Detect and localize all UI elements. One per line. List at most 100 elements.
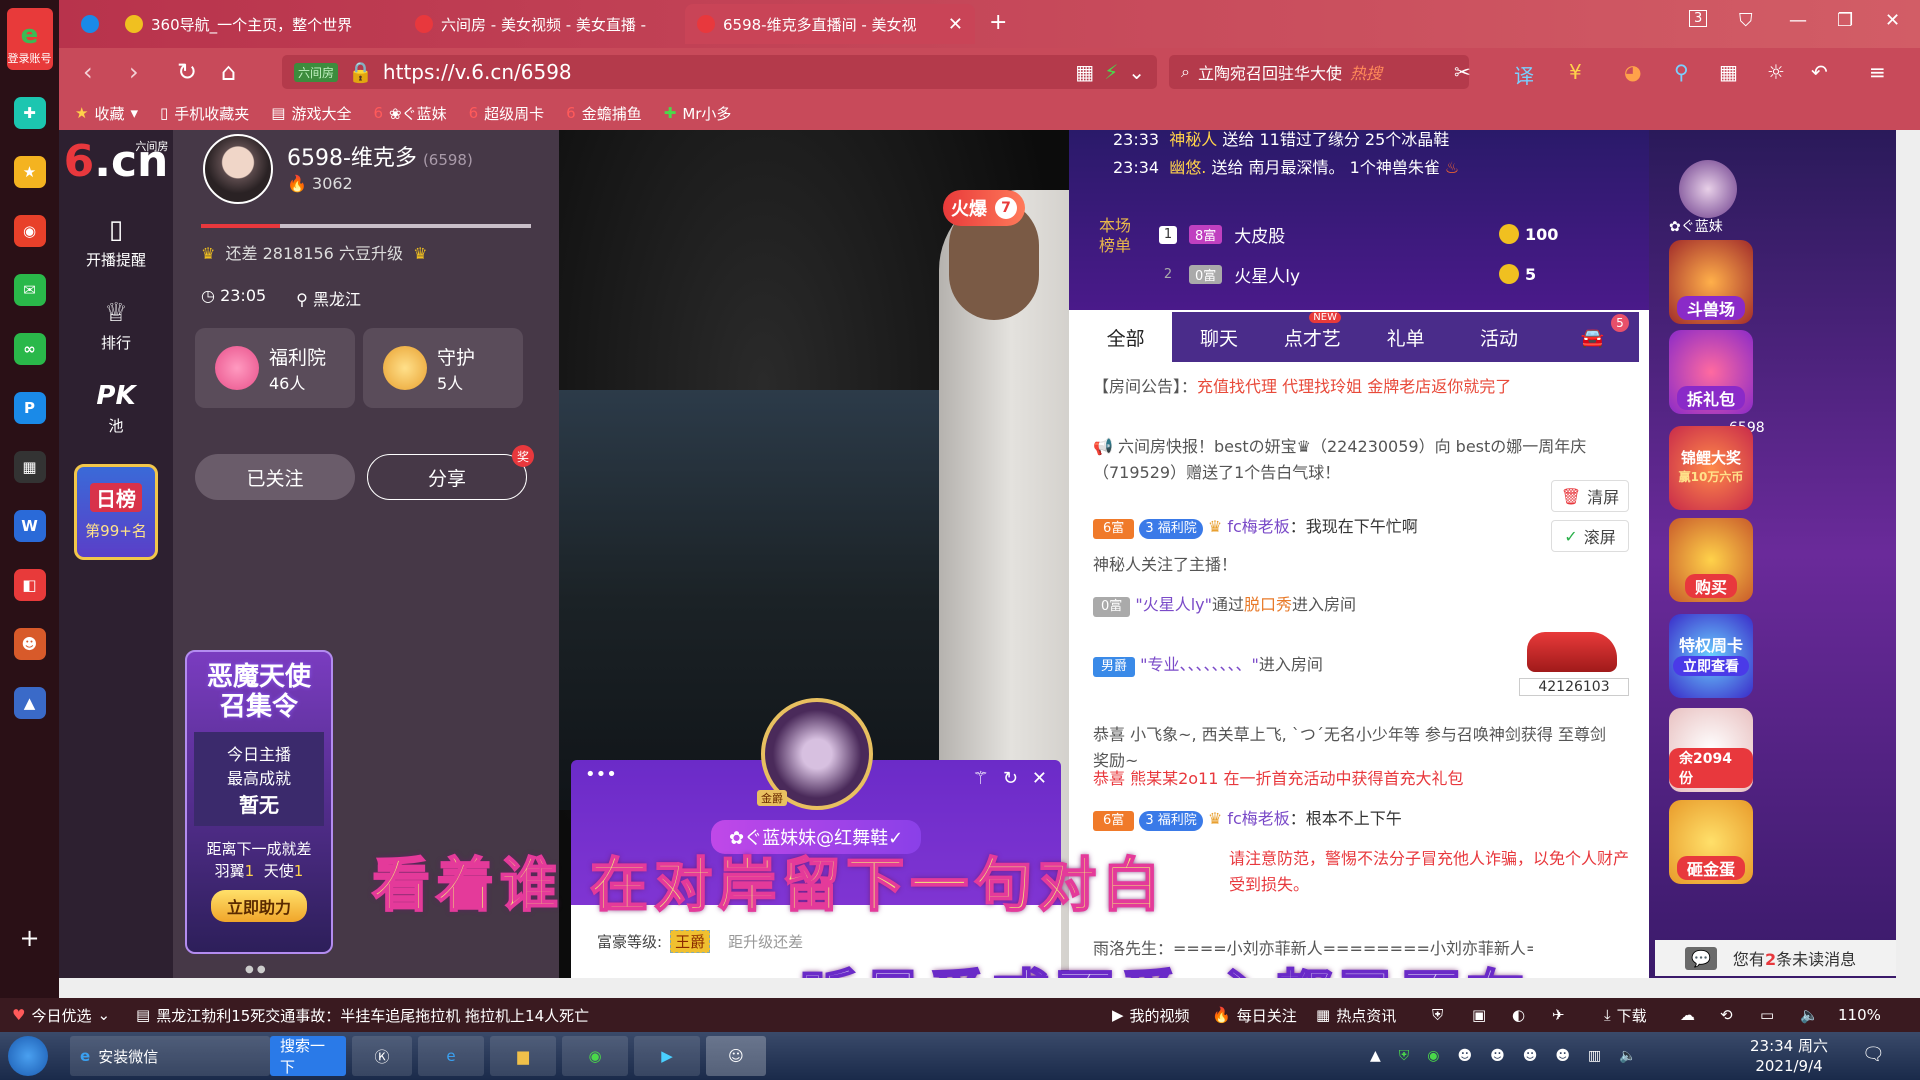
- tab-car[interactable]: 🚘 5: [1546, 312, 1639, 362]
- clear-screen-button[interactable]: 🗑 清屏: [1551, 480, 1629, 512]
- devil-angel-promo[interactable]: 恶魔天使 召集令 今日主播 最高成就 暂无 距离下一成就差 羽翼1 天使1 立即助…: [185, 650, 333, 954]
- tab-all[interactable]: 全部: [1079, 312, 1173, 362]
- lucky-cat-button[interactable]: 余2094份: [1669, 708, 1753, 792]
- tab-count-badge[interactable]: 3: [1689, 10, 1708, 27]
- xiaohongshu-icon[interactable]: ◧: [13, 569, 46, 601]
- chat-user[interactable]: fc梅老板: [1227, 809, 1289, 828]
- forward-icon[interactable]: ›: [129, 58, 139, 86]
- site-logo[interactable]: 6.cn 六间房: [64, 136, 169, 187]
- rail-user-avatar[interactable]: [1679, 160, 1737, 218]
- unread-messages[interactable]: 💬 您有2条未读消息: [1655, 940, 1896, 976]
- url-field[interactable]: 六间房 🔒 https://v.6.cn/6598 ▦ ⚡ ⌄: [282, 55, 1157, 89]
- tray-qq-icon[interactable]: ☻: [1555, 1048, 1570, 1064]
- tab-gift-list[interactable]: 礼单: [1359, 312, 1452, 362]
- arena-button[interactable]: 斗兽场: [1669, 240, 1753, 324]
- more-icon[interactable]: •••: [585, 764, 617, 785]
- login-button[interactable]: e 登录账号: [6, 8, 53, 70]
- via-link[interactable]: 脱口秀: [1244, 595, 1292, 614]
- nav-broadcast-reminder[interactable]: ▯ 开播提醒: [86, 215, 146, 270]
- game-character-icon[interactable]: ☻: [13, 628, 46, 660]
- tray-shield-icon[interactable]: ⛨: [1399, 1048, 1410, 1064]
- close-tab-icon[interactable]: ✕: [948, 14, 963, 35]
- my-videos[interactable]: ▶ 我的视频: [1112, 1005, 1190, 1026]
- chevron-down-icon[interactable]: ⌄: [1128, 60, 1145, 84]
- zoom-level[interactable]: 110%: [1838, 1006, 1881, 1024]
- scroll-screen-button[interactable]: ✓ 滚屏: [1551, 520, 1629, 552]
- volume-icon[interactable]: 🔈: [1800, 1006, 1819, 1024]
- ie-browser-icon[interactable]: e: [418, 1036, 484, 1076]
- rank-row[interactable]: 2 0富 火星人ly: [1159, 262, 1300, 287]
- search-button[interactable]: 搜索一下: [270, 1036, 346, 1076]
- restore-icon[interactable]: ❐: [1837, 10, 1853, 31]
- window-icon[interactable]: ▭: [1760, 1006, 1774, 1024]
- sidebar-app-icon[interactable]: ✚: [13, 97, 46, 129]
- brightness-icon[interactable]: ☼: [1767, 60, 1785, 84]
- p-app-icon[interactable]: P: [13, 392, 46, 424]
- search-input[interactable]: ⌕ 立陶宛召回驻华大使 热搜: [1169, 55, 1469, 89]
- chat-user[interactable]: "专业、、、、、、、、": [1140, 655, 1259, 674]
- tab-activity[interactable]: 活动: [1452, 312, 1545, 362]
- close-window-icon[interactable]: ✕: [1885, 10, 1900, 31]
- horizontal-scrollbar[interactable]: [59, 978, 1920, 998]
- rank-row[interactable]: 1 8富 大皮股: [1159, 222, 1285, 247]
- 360-browser-icon[interactable]: ◉: [562, 1036, 628, 1076]
- bookmark-games[interactable]: ▤ 游戏大全: [271, 103, 351, 124]
- tray-arrow-icon[interactable]: ▲: [1370, 1048, 1381, 1064]
- news-ticker[interactable]: ▤ 黑龙江勃利15死交通事故：半挂车追尾拖拉机 拖拉机上14人死亡: [136, 1005, 589, 1026]
- today-picks[interactable]: ♥ 今日优选 ⌄: [12, 1005, 110, 1026]
- rocket-icon[interactable]: ✈: [1552, 1006, 1565, 1024]
- speed-icon[interactable]: ◐: [1512, 1006, 1525, 1024]
- refresh-icon[interactable]: ↻: [177, 58, 197, 86]
- tray-360-icon[interactable]: ◉: [1427, 1048, 1439, 1064]
- minimize-icon[interactable]: —: [1789, 10, 1807, 31]
- download[interactable]: ⤓ 下载: [1604, 1005, 1647, 1026]
- koi-button[interactable]: 锦鲤大奖 赢10万六币: [1669, 426, 1753, 510]
- favorite-star-icon[interactable]: ★: [13, 156, 46, 188]
- chat-user[interactable]: "火星人ly": [1135, 595, 1212, 614]
- welfare-card[interactable]: 福利院 46人: [195, 328, 355, 408]
- undo-icon[interactable]: ↶: [1811, 60, 1828, 84]
- share-button[interactable]: 分享 奖: [367, 445, 534, 500]
- gift-pack-button[interactable]: 拆礼包: [1669, 330, 1753, 414]
- ie-taskbar-item[interactable]: e 安装微信: [70, 1036, 270, 1076]
- tray-qq-icon[interactable]: ☻: [1490, 1048, 1505, 1064]
- system-clock[interactable]: 23:34 周六 2021/9/4: [1750, 1036, 1828, 1076]
- tray-volume-icon[interactable]: 🔈: [1619, 1048, 1636, 1064]
- golden-egg-button[interactable]: 砸金蛋: [1669, 800, 1753, 884]
- back-icon[interactable]: ‹: [83, 58, 93, 86]
- tray-qq-icon[interactable]: ☻: [1458, 1048, 1473, 1064]
- word-icon[interactable]: W: [13, 510, 46, 542]
- nav-pk-pool[interactable]: PK 池: [96, 381, 135, 436]
- buy-button[interactable]: 购买: [1669, 518, 1753, 602]
- daily-focus[interactable]: 🔥 每日关注: [1212, 1005, 1297, 1026]
- shield-icon[interactable]: ⛨: [1432, 1006, 1443, 1024]
- chat-user[interactable]: fc梅老板: [1227, 517, 1289, 536]
- weibo-icon[interactable]: ◉: [13, 215, 46, 247]
- game-scene-icon[interactable]: ▲: [13, 687, 46, 719]
- cloud-icon[interactable]: ☁: [1680, 1006, 1695, 1024]
- privilege-card-button[interactable]: 特权周卡 立即查看: [1669, 614, 1753, 698]
- notification-icon[interactable]: 🗨: [1862, 1044, 1885, 1065]
- coin-icon[interactable]: ¥: [1569, 60, 1582, 84]
- vertical-scrollbar[interactable]: [1896, 130, 1920, 978]
- qr-icon[interactable]: ▦: [1075, 60, 1094, 84]
- gamepad-icon[interactable]: ◕: [1624, 60, 1641, 84]
- bookmark-lanmei[interactable]: 6 ❀ぐ蓝妹: [373, 103, 446, 124]
- menu-icon[interactable]: ≡: [1869, 60, 1886, 84]
- refresh-icon[interactable]: ↻: [1003, 768, 1018, 789]
- k-app-icon[interactable]: Ⓚ: [352, 1036, 412, 1076]
- scissors-icon[interactable]: ✂: [1454, 60, 1471, 84]
- day-rank-badge[interactable]: 日榜 第99+名: [74, 464, 158, 560]
- mail-icon[interactable]: ✉: [13, 274, 46, 306]
- tab-talent[interactable]: 点才艺 NEW: [1266, 312, 1359, 362]
- tray-qq-icon[interactable]: ☻: [1523, 1048, 1538, 1064]
- close-icon[interactable]: ✕: [1032, 768, 1047, 789]
- promo-help-button[interactable]: 立即助力: [210, 890, 307, 922]
- tab-6cn-home[interactable]: 六间房 - 美女视频 - 美女直播 -: [403, 4, 679, 44]
- link-icon[interactable]: ∞: [13, 333, 46, 365]
- bookmark-fishing[interactable]: 6 金蟾捕鱼: [566, 103, 642, 124]
- home-icon[interactable]: ⌂: [221, 58, 236, 86]
- image-icon[interactable]: ▣: [1472, 1006, 1486, 1024]
- nav-ranking[interactable]: ♕ 排行: [101, 298, 131, 353]
- live-app-icon[interactable]: ☺: [706, 1036, 766, 1076]
